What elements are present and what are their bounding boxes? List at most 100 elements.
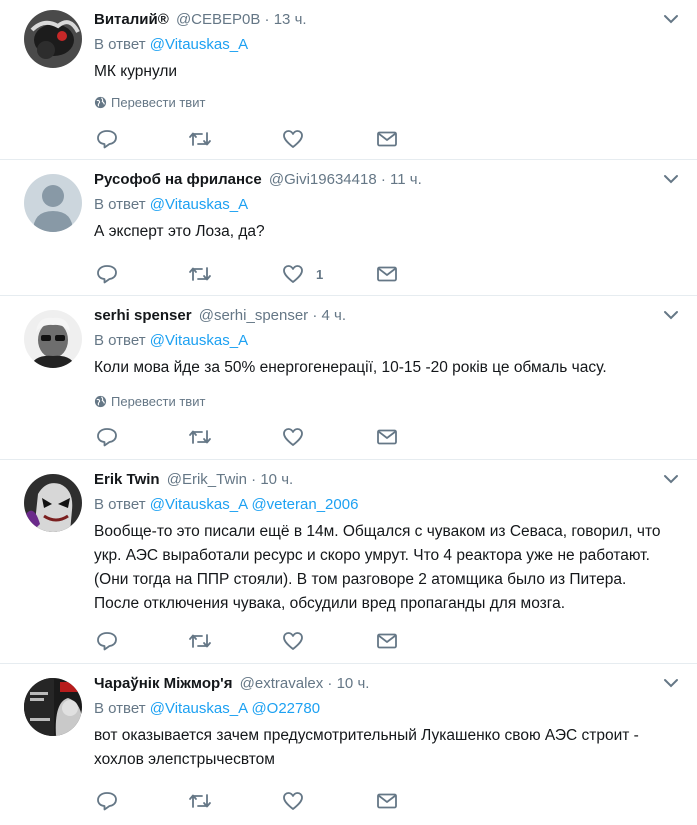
chevron-down-icon[interactable] xyxy=(663,308,679,322)
tweet[interactable]: Виталий® @СЕВЕР0В · 13 ч. В ответ @Vitau… xyxy=(0,0,697,160)
reply-context: В ответ @Vitauskas_A xyxy=(94,35,248,55)
mention-link[interactable]: @Vitauskas_A xyxy=(150,496,248,513)
avatar[interactable] xyxy=(24,174,82,232)
reply-context: В ответ @Vitauskas_A @O22780 xyxy=(94,699,320,719)
author-handle[interactable]: @СЕВЕР0В xyxy=(176,11,260,28)
retweet-button[interactable] xyxy=(188,263,212,285)
retweet-button[interactable] xyxy=(188,790,212,812)
chevron-down-icon[interactable] xyxy=(663,676,679,690)
avatar[interactable] xyxy=(24,310,82,368)
tweet[interactable]: Erik Twin @Erik_Twin · 10 ч. В ответ @Vi… xyxy=(0,460,697,664)
retweet-icon[interactable] xyxy=(188,264,212,284)
reply-button[interactable] xyxy=(96,630,118,652)
avatar[interactable] xyxy=(24,10,82,68)
separator-dot: · xyxy=(380,171,386,188)
reply-prefix: В ответ xyxy=(94,196,146,213)
author-name[interactable]: Виталий® xyxy=(94,11,169,28)
timestamp[interactable]: 13 ч. xyxy=(274,11,307,28)
retweet-icon[interactable] xyxy=(188,631,212,651)
author-name[interactable]: Русофоб на фрилансе xyxy=(94,171,262,188)
author-name[interactable]: serhi spenser xyxy=(94,307,192,324)
tweet-actions xyxy=(96,128,416,150)
reply-button[interactable] xyxy=(96,128,118,150)
author-name[interactable]: Erik Twin xyxy=(94,471,160,488)
reply-prefix: В ответ xyxy=(94,496,146,513)
reply-button[interactable] xyxy=(96,263,118,285)
separator-dot: · xyxy=(251,471,257,488)
translate-label[interactable]: Перевести твит xyxy=(111,95,205,110)
translate-label[interactable]: Перевести твит xyxy=(111,394,205,409)
mention-link[interactable]: @Vitauskas_A xyxy=(150,196,248,213)
tweet-actions: 1 xyxy=(96,263,416,285)
direct-message-button[interactable] xyxy=(376,630,398,652)
envelope-icon[interactable] xyxy=(376,428,398,446)
tweet-actions xyxy=(96,790,416,812)
chevron-down-icon[interactable] xyxy=(663,472,679,486)
tweet-actions xyxy=(96,426,416,448)
retweet-icon[interactable] xyxy=(188,427,212,447)
avatar[interactable] xyxy=(24,678,82,736)
envelope-icon[interactable] xyxy=(376,265,398,283)
reply-icon[interactable] xyxy=(96,791,118,811)
chevron-down-icon[interactable] xyxy=(663,12,679,26)
reply-prefix: В ответ xyxy=(94,332,146,349)
author-handle[interactable]: @Erik_Twin xyxy=(167,471,247,488)
envelope-icon[interactable] xyxy=(376,130,398,148)
tweet[interactable]: Русофоб на фрилансе @Givi19634418 · 11 ч… xyxy=(0,160,697,296)
reply-prefix: В ответ xyxy=(94,36,146,53)
direct-message-button[interactable] xyxy=(376,790,398,812)
direct-message-button[interactable] xyxy=(376,426,398,448)
author-name[interactable]: Чараўнік Міжмор'я xyxy=(94,675,232,692)
retweet-button[interactable] xyxy=(188,630,212,652)
retweet-button[interactable] xyxy=(188,128,212,150)
mention-link[interactable]: @Vitauskas_A xyxy=(150,700,248,717)
avatar[interactable] xyxy=(24,474,82,532)
tweet-text: Коли мова йде за 50% енергогенерації, 10… xyxy=(94,359,607,376)
heart-icon[interactable] xyxy=(282,791,304,811)
author-handle[interactable]: @Givi19634418 xyxy=(269,171,377,188)
chevron-down-icon[interactable] xyxy=(663,172,679,186)
separator-dot: · xyxy=(264,11,270,28)
envelope-icon[interactable] xyxy=(376,632,398,650)
timestamp[interactable]: 4 ч. xyxy=(322,307,347,324)
retweet-icon[interactable] xyxy=(188,129,212,149)
reply-context: В ответ @Vitauskas_A xyxy=(94,195,248,215)
tweet[interactable]: serhi spenser @serhi_spenser · 4 ч. В от… xyxy=(0,296,697,460)
reply-button[interactable] xyxy=(96,790,118,812)
tweet[interactable]: Чараўнік Міжмор'я @extravalex · 10 ч. В … xyxy=(0,664,697,825)
heart-icon[interactable] xyxy=(282,631,304,651)
timestamp[interactable]: 11 ч. xyxy=(390,171,422,188)
translate-link[interactable]: Перевести твит xyxy=(94,95,205,111)
reply-icon[interactable] xyxy=(96,129,118,149)
like-button[interactable] xyxy=(282,426,316,448)
timestamp[interactable]: 10 ч. xyxy=(260,471,293,488)
mention-link[interactable]: @Vitauskas_A xyxy=(150,332,248,349)
tweet-text: вот оказывается зачем предусмотрительный… xyxy=(94,727,639,768)
mention-link[interactable]: @veteran_2006 xyxy=(251,496,358,513)
reply-context: В ответ @Vitauskas_A @veteran_2006 xyxy=(94,495,358,515)
like-button[interactable] xyxy=(282,128,316,150)
like-button[interactable] xyxy=(282,630,316,652)
translate-link[interactable]: Перевести твит xyxy=(94,394,205,410)
author-handle[interactable]: @serhi_spenser xyxy=(199,307,308,324)
reply-icon[interactable] xyxy=(96,264,118,284)
timestamp[interactable]: 10 ч. xyxy=(337,675,370,692)
reply-button[interactable] xyxy=(96,426,118,448)
retweet-button[interactable] xyxy=(188,426,212,448)
heart-icon[interactable] xyxy=(282,129,304,149)
direct-message-button[interactable] xyxy=(376,128,398,150)
reply-icon[interactable] xyxy=(96,427,118,447)
mention-link[interactable]: @O22780 xyxy=(251,700,320,717)
reply-icon[interactable] xyxy=(96,631,118,651)
heart-icon[interactable] xyxy=(282,427,304,447)
envelope-icon[interactable] xyxy=(376,792,398,810)
mention-link[interactable]: @Vitauskas_A xyxy=(150,36,248,53)
author-handle[interactable]: @extravalex xyxy=(240,675,324,692)
heart-icon[interactable] xyxy=(282,264,304,284)
like-button[interactable]: 1 xyxy=(282,263,323,285)
retweet-icon[interactable] xyxy=(188,791,212,811)
like-count: 1 xyxy=(316,266,324,282)
like-button[interactable] xyxy=(282,790,316,812)
separator-dot: · xyxy=(312,307,318,324)
direct-message-button[interactable] xyxy=(376,263,398,285)
